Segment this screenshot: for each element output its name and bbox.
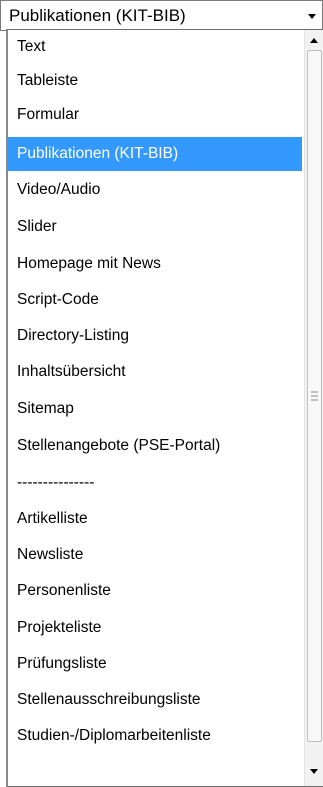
arrow-down-icon[interactable] <box>305 762 323 780</box>
dropdown-option[interactable]: Directory-Listing <box>8 319 302 353</box>
dropdown-option[interactable]: Prüfungsliste <box>8 647 302 681</box>
dropdown-option[interactable]: Tableiste <box>8 64 302 98</box>
dropdown-option[interactable]: Slider <box>8 210 302 244</box>
dropdown-option[interactable]: Personenliste <box>8 574 302 608</box>
dropdown-list: Text Tableiste Formular Publikationen (K… <box>6 29 323 787</box>
scrollbar-thumb[interactable] <box>307 50 322 742</box>
chevron-down-icon[interactable] <box>302 1 322 30</box>
dropdown-option[interactable]: Video/Audio <box>8 173 302 207</box>
arrow-up-icon[interactable] <box>305 32 323 50</box>
vertical-scrollbar[interactable] <box>304 30 323 786</box>
grip-icon <box>311 391 318 401</box>
content-type-select[interactable]: Publikationen (KIT-BIB) <box>0 0 323 31</box>
dropdown-option[interactable]: Homepage mit News <box>8 247 302 281</box>
dropdown-option[interactable]: --------------- <box>8 466 302 500</box>
dropdown-option[interactable]: Studien-/Diplomarbeitenliste <box>8 719 302 753</box>
dropdown-option[interactable]: Stellenangebote (PSE-Portal) <box>8 429 302 463</box>
dropdown-option[interactable]: Text <box>8 30 302 64</box>
select-current-value: Publikationen (KIT-BIB) <box>9 6 186 25</box>
dropdown-option[interactable]: Formular <box>8 98 302 132</box>
dropdown-option-selected[interactable]: Publikationen (KIT-BIB) <box>8 137 302 171</box>
options-container: Text Tableiste Formular Publikationen (K… <box>8 30 302 786</box>
dropdown-option[interactable]: Artikelliste <box>8 502 302 536</box>
dropdown-option[interactable]: Sitemap <box>8 392 302 426</box>
dropdown-option[interactable]: Stellenausschreibungsliste <box>8 683 302 717</box>
dropdown-option[interactable]: Projekteliste <box>8 611 302 645</box>
dropdown-option[interactable]: Newsliste <box>8 538 302 572</box>
dropdown-option[interactable]: Script-Code <box>8 283 302 317</box>
dropdown-option[interactable]: Inhaltsübersicht <box>8 355 302 389</box>
